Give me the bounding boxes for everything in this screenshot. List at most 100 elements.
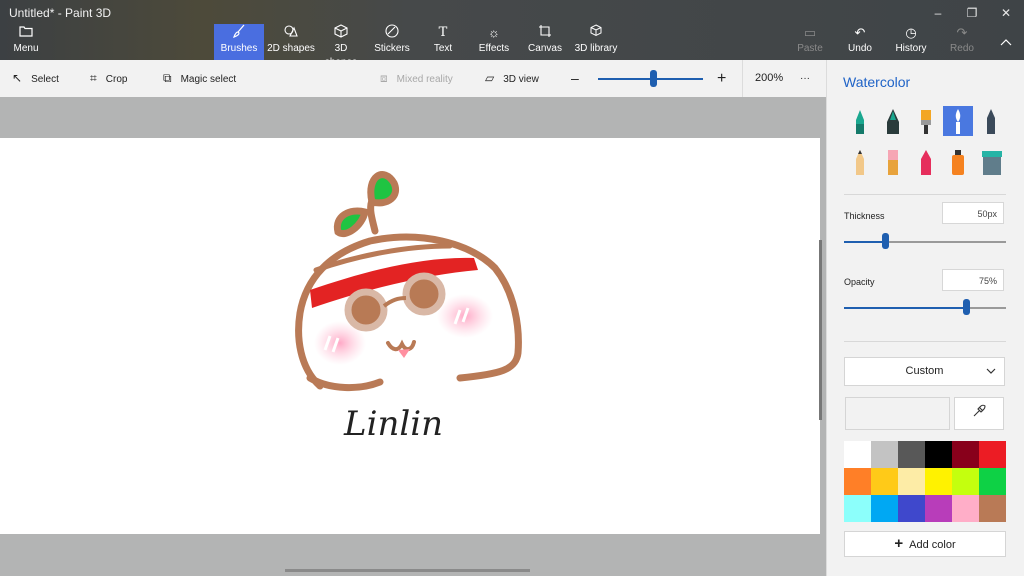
sun-effects-icon: ☼ [488,25,500,40]
spray-can-icon [952,150,964,175]
tab-text[interactable]: T Text [421,24,465,60]
drawing-artwork [295,171,522,392]
clipboard-icon: ▭ [803,25,817,40]
brush-spray-can[interactable] [943,147,973,177]
tab-label: Text [433,43,453,54]
brush-crayon[interactable] [911,147,941,177]
pixel-pen-icon [987,109,995,134]
tab-3d-shapes[interactable]: 3D shapes [318,24,364,68]
tab-label: Brushes [220,43,258,54]
minimize-button[interactable]: – [920,4,956,22]
redo-button[interactable]: ↷ Redo [942,24,982,60]
color-swatch[interactable] [952,495,979,522]
tab-3d-library[interactable]: 3D library [572,24,620,60]
thickness-label: Thickness [844,211,885,221]
paste-button[interactable]: ▭ Paste [790,24,830,60]
brush-calligraphy-pen[interactable] [878,106,908,136]
color-mode-dropdown[interactable]: Custom [844,357,1005,386]
color-swatch[interactable] [898,441,925,468]
color-swatch[interactable] [898,495,925,522]
select-tool[interactable]: ↖ Select [12,60,59,97]
watercolor-brush-icon [955,109,961,134]
marker-icon [856,110,864,134]
zoom-out-button[interactable]: – [571,60,579,97]
tab-label: Canvas [528,43,562,54]
eyedropper-button[interactable] [954,397,1004,430]
opacity-slider-thumb[interactable] [962,299,970,315]
crop-label: Crop [105,74,128,85]
color-swatch[interactable] [844,468,871,495]
color-swatch[interactable] [979,495,1006,522]
color-swatch[interactable] [871,468,898,495]
magic-select-tool[interactable]: ⧉ Magic select [163,60,236,97]
crop-tool[interactable]: ⌗ Crop [90,60,127,97]
thickness-slider-thumb[interactable] [881,233,889,249]
folder-icon [4,24,48,42]
tab-label: Effects [478,43,510,54]
crop-canvas-icon [523,24,567,42]
opacity-input[interactable]: 75% [942,269,1004,291]
history-button[interactable]: ◷ History [891,24,931,60]
tab-brushes[interactable]: Brushes [214,24,264,60]
zoom-in-button[interactable]: + [717,60,726,97]
color-swatch[interactable] [925,441,952,468]
color-swatch[interactable] [952,468,979,495]
add-color-button[interactable]: + Add color [844,531,1006,557]
vertical-scrollbar[interactable] [819,240,822,420]
maximize-button[interactable]: ❐ [954,4,990,22]
brush-eraser[interactable] [878,147,908,177]
magic-select-icon: ⧉ [163,71,172,85]
color-swatch[interactable] [952,441,979,468]
2d-shapes-icon [266,24,316,42]
brush-fill[interactable] [976,147,1006,177]
tab-2d-shapes[interactable]: 2D shapes [266,24,316,60]
thickness-input[interactable]: 50px [942,202,1004,224]
menu-button[interactable]: Menu [4,24,48,60]
mixed-reality-button[interactable]: ⧈ Mixed reality [380,60,453,97]
opacity-slider-fill [844,307,966,309]
menu-label: Menu [13,43,39,54]
minus-icon: – [571,70,579,86]
brush-marker[interactable] [845,106,875,136]
brush-oil[interactable] [911,106,941,136]
tab-canvas[interactable]: Canvas [523,24,567,60]
color-mode-value: Custom [905,365,944,377]
brush-pencil[interactable] [845,147,875,177]
zoom-percentage[interactable]: 200% [755,60,783,97]
brush-watercolor[interactable] [943,106,973,136]
tab-effects[interactable]: ☼ Effects [472,24,516,60]
brush-pixel-pen[interactable] [976,106,1006,136]
color-swatch[interactable] [925,468,952,495]
zoom-slider-thumb[interactable] [650,70,657,87]
add-color-label: Add color [909,539,956,551]
color-swatch[interactable] [871,441,898,468]
undo-button[interactable]: ↶ Undo [840,24,880,60]
color-swatch[interactable] [898,468,925,495]
horizontal-scrollbar[interactable] [285,569,530,572]
color-swatch[interactable] [925,495,952,522]
collapse-toolbar-button[interactable] [992,24,1020,60]
3d-view-icon: ▱ [485,71,495,85]
tab-label: 3D shapes [325,43,357,68]
tab-stickers[interactable]: Stickers [370,24,414,60]
color-swatch[interactable] [979,441,1006,468]
crop-icon: ⌗ [90,71,97,85]
fill-bucket-icon [982,151,1002,175]
close-button[interactable]: ✕ [988,4,1024,22]
select-label: Select [31,74,59,85]
drawing-canvas[interactable]: Linlin [0,138,820,534]
oil-brush-icon [921,110,931,134]
more-options-button[interactable]: ··· [800,60,810,97]
color-swatch[interactable] [844,495,871,522]
window-title: Untitled* - Paint 3D [9,6,112,20]
tab-label: Stickers [374,43,410,54]
divider [742,60,743,97]
color-swatch[interactable] [871,495,898,522]
redo-label: Redo [950,43,974,54]
tab-label: 2D shapes [267,43,315,54]
calligraphy-pen-icon [887,109,899,134]
color-swatch[interactable] [979,468,1006,495]
3d-view-button[interactable]: ▱ 3D view [485,60,539,97]
paste-label: Paste [797,43,823,54]
color-swatch[interactable] [844,441,871,468]
